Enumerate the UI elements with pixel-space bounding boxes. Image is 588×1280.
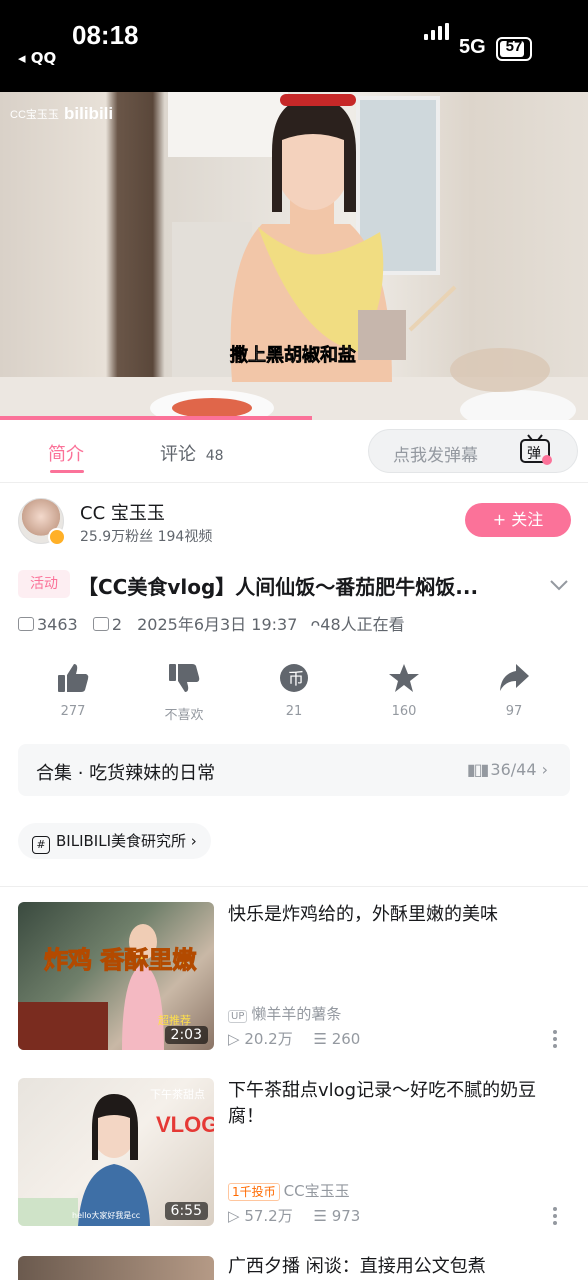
up-badge: UP [228,1010,248,1023]
thumb-badge: 超推荐 [158,1013,191,1027]
star-icon [389,664,419,692]
video-player[interactable]: CC宝玉玉 bilibili 撒上黑胡椒和盐 [0,92,588,420]
like-icon [58,664,89,692]
collection-bar[interactable]: 合集 · 吃货辣妹的日常 ▮▯▮ 36/44 › [18,744,570,796]
favorite-button[interactable]: 160 [364,662,444,719]
tab-intro[interactable]: 简介 [48,440,84,466]
status-bar: 08:18 ◂ QQ 5G 57 [0,0,588,92]
collection-title: 合集 · 吃货辣妹的日常 [36,763,216,784]
video-frame: CC宝玉玉 bilibili 撒上黑胡椒和盐 [0,92,588,420]
related-uploader-name: 懒羊羊的薯条 [251,1005,342,1023]
more-options-icon[interactable] [553,1207,557,1225]
uploader-stats: 25.9万粉丝 194视频 [80,529,213,545]
dislike-label: 不喜欢 [164,708,204,723]
share-button[interactable]: 97 [474,662,554,719]
video-thumbnail[interactable]: 炸鸡 香酥里嫩 超推荐 2:03 [18,902,214,1050]
video-meta: 3463 2 2025年6月3日 19:37 ᴖ48人正在看 [18,611,405,635]
related-title[interactable]: 快乐是炸鸡给的，外酥里嫩的美味 [228,902,548,928]
related-stats: ▷ 57.2万 ☰ 973 [228,1205,360,1226]
thumb-text: 炸鸡 香酥里嫩 [44,946,197,974]
active-tab-indicator [50,470,84,473]
collection-progress-value: 36/44 [490,760,537,779]
coin-tag: 1千投币 [228,1183,280,1201]
chevron-right-icon: › [186,832,197,850]
tab-comments-label: 评论 [160,444,196,465]
battery-level: 57 [505,38,523,55]
divider [0,886,588,887]
channel-chip[interactable]: # BILIBILI美食研究所 › [18,823,211,859]
chevron-right-icon: › [541,760,548,779]
dislike-icon [169,664,200,692]
dislike-button[interactable]: 不喜欢 [144,662,224,723]
danmaku-toggle-icon[interactable]: 弹 [519,434,553,466]
expand-chevron-icon[interactable] [549,578,569,592]
thumb-text: VLOG [156,1112,214,1137]
danmaku-count: 2 [111,615,122,634]
back-to-app-link[interactable]: ◂ QQ [18,49,56,67]
coin-button[interactable]: 币 21 [254,662,334,719]
play-count-icon [18,617,34,631]
video-subtitle: 撒上黑胡椒和盐 [230,344,356,366]
like-count: 277 [60,704,86,719]
clock: 08:18 [72,20,139,50]
share-icon [500,664,529,691]
danmaku-count-icon [92,617,109,631]
video-thumbnail[interactable]: VLOG 下午茶甜点 hello大家好我是cc 6:55 [18,1078,214,1226]
comments-count: 48 [205,448,224,464]
activity-tag[interactable]: 活动 [18,570,70,598]
related-uploader-name: CC宝玉玉 [283,1182,350,1200]
thumb-caption: hello大家好我是cc [72,1210,140,1220]
collection-progress: ▮▯▮ 36/44 › [467,760,548,779]
play-count: 3463 [37,615,78,634]
thumb-badge: 下午茶甜点 [150,1088,205,1101]
danmaku-count-icon: ☰ [313,1207,332,1225]
coin-icon: 币 [280,664,308,692]
duration: 6:55 [164,1202,208,1220]
related-uploader[interactable]: 1千投币 CC宝玉玉 [228,1180,350,1201]
danmaku-placeholder: 点我发弹幕 [393,446,478,466]
favorite-count: 160 [391,704,417,719]
follow-button[interactable]: + 关注 [465,503,571,537]
related-danmaku: 973 [331,1207,361,1225]
tab-bar: 简介 评论 48 点我发弹幕 弹 [0,420,588,483]
like-button[interactable]: 277 [33,662,113,719]
more-options-icon[interactable] [553,1030,557,1048]
verified-badge-icon [48,528,66,546]
danmaku-input[interactable]: 点我发弹幕 弹 [368,429,578,473]
bars-icon: ▮▯▮ [466,760,491,779]
duration: 2:03 [164,1026,208,1044]
watermark-owner: CC宝玉玉 [10,107,59,121]
watching-icon: ᴖ [310,615,321,634]
play-count-icon: ▷ [228,1030,245,1048]
related-stats: ▷ 20.2万 ☰ 260 [228,1028,360,1049]
network-type: 5G [459,36,486,58]
related-uploader[interactable]: UP 懒羊羊的薯条 [228,1003,341,1024]
tab-comments[interactable]: 评论 48 [160,440,224,466]
publish-date: 2025年6月3日 19:37 [137,615,298,634]
share-count: 97 [505,704,523,719]
related-danmaku: 260 [331,1030,361,1048]
related-title[interactable]: 广西夕播 闲谈：直接用公文包煮 [228,1254,548,1280]
hashtag-icon: # [32,836,50,854]
danmaku-btn-label: 弹 [527,446,541,462]
related-views: 20.2万 [244,1030,293,1048]
video-thumbnail[interactable] [18,1256,214,1280]
danmaku-count-icon: ☰ [313,1030,332,1048]
bilibili-logo: bilibili [64,104,113,123]
svg-text:币: 币 [288,669,304,688]
uploader-name[interactable]: CC 宝玉玉 [80,499,165,525]
coin-count: 21 [285,704,303,719]
play-count-icon: ▷ [228,1207,245,1225]
related-views: 57.2万 [244,1207,293,1225]
watching-count: 48人正在看 [320,615,405,634]
video-title: 【CC美食vlog】人间仙饭～番茄肥牛焖饭... [78,575,479,599]
channel-chip-label: BILIBILI美食研究所 [56,832,186,850]
battery-icon: 57 [496,37,532,61]
related-title[interactable]: 下午茶甜点vlog记录～好吃不腻的奶豆腐！ [228,1078,548,1130]
